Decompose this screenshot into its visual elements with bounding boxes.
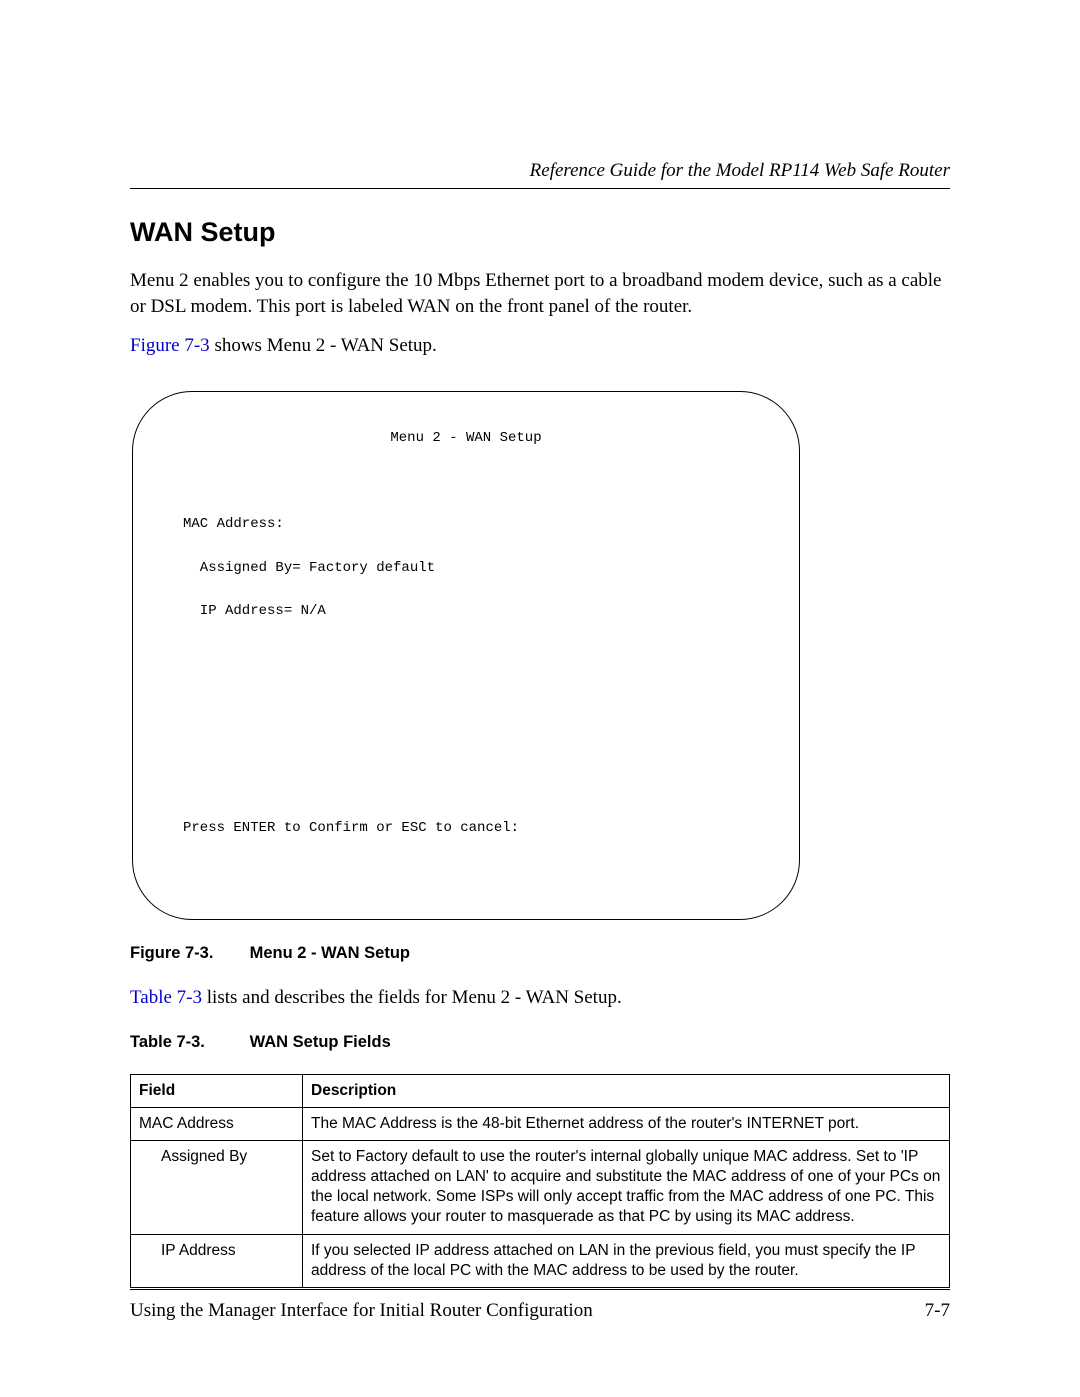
terminal-line bbox=[183, 775, 749, 797]
terminal-title: Menu 2 - WAN Setup bbox=[183, 428, 749, 450]
cell-field: MAC Address bbox=[139, 1115, 234, 1132]
table-ref-link[interactable]: Table 7-3 bbox=[130, 987, 202, 1008]
terminal-line bbox=[183, 731, 749, 753]
page: Reference Guide for the Model RP114 Web … bbox=[0, 0, 1080, 1397]
body-paragraph-3: Table 7-3 lists and describes the fields… bbox=[130, 985, 950, 1011]
table-caption: Table 7-3. WAN Setup Fields bbox=[130, 1033, 950, 1052]
doc-header-title: Reference Guide for the Model RP114 Web … bbox=[130, 160, 950, 182]
page-number: 7-7 bbox=[925, 1300, 950, 1322]
cell-description: If you selected IP address attached on L… bbox=[303, 1234, 950, 1287]
table-caption-label: Table 7-3. bbox=[130, 1033, 245, 1052]
fields-table: Field Description MAC Address The MAC Ad… bbox=[130, 1074, 950, 1288]
terminal-line bbox=[183, 688, 749, 710]
table-caption-title: WAN Setup Fields bbox=[250, 1033, 391, 1051]
terminal-screen: Menu 2 - WAN Setup MAC Address: Assigned… bbox=[132, 391, 800, 920]
figure-caption-title: Menu 2 - WAN Setup bbox=[250, 944, 410, 962]
table-header-description: Description bbox=[303, 1074, 950, 1107]
page-footer: Using the Manager Interface for Initial … bbox=[130, 1289, 950, 1322]
footer-chapter-title: Using the Manager Interface for Initial … bbox=[130, 1300, 593, 1322]
table-row: MAC Address The MAC Address is the 48-bi… bbox=[131, 1107, 950, 1140]
table-header-row: Field Description bbox=[131, 1074, 950, 1107]
cell-description: The MAC Address is the 48-bit Ethernet a… bbox=[303, 1107, 950, 1140]
figure-caption: Figure 7-3. Menu 2 - WAN Setup bbox=[130, 944, 950, 963]
cell-field: Assigned By bbox=[139, 1147, 247, 1167]
footer-rule bbox=[130, 1289, 950, 1290]
body-paragraph-2: Figure 7-3 shows Menu 2 - WAN Setup. bbox=[130, 333, 950, 359]
cell-field: IP Address bbox=[139, 1241, 236, 1261]
table-row: IP Address If you selected IP address at… bbox=[131, 1234, 950, 1287]
cell-description: Set to Factory default to use the router… bbox=[303, 1140, 950, 1234]
header-rule bbox=[130, 188, 950, 189]
figure-ref-link[interactable]: Figure 7-3 bbox=[130, 335, 210, 356]
body-paragraph-1: Menu 2 enables you to configure the 10 M… bbox=[130, 268, 950, 319]
figure-caption-label: Figure 7-3. bbox=[130, 944, 245, 963]
table-row: Assigned By Set to Factory default to us… bbox=[131, 1140, 950, 1234]
terminal-line bbox=[183, 471, 749, 493]
section-heading: WAN Setup bbox=[130, 217, 950, 248]
table-header-field: Field bbox=[131, 1074, 303, 1107]
body-paragraph-2-rest: shows Menu 2 - WAN Setup. bbox=[210, 335, 437, 356]
terminal-line bbox=[183, 644, 749, 666]
terminal-line-assigned: Assigned By= Factory default bbox=[183, 558, 749, 580]
terminal-line-ip: IP Address= N/A bbox=[183, 601, 749, 623]
terminal-prompt: Press ENTER to Confirm or ESC to cancel: bbox=[183, 818, 749, 840]
body-paragraph-3-rest: lists and describes the fields for Menu … bbox=[202, 987, 622, 1008]
terminal-line-mac: MAC Address: bbox=[183, 514, 749, 536]
